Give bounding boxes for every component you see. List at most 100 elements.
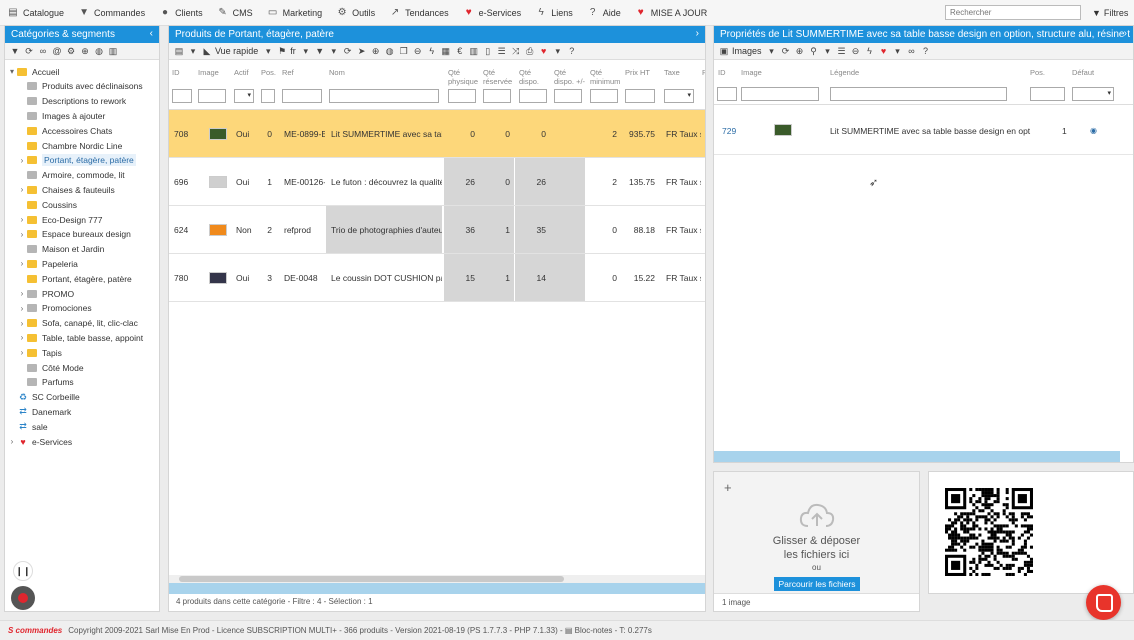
tree-special-item[interactable]: ⇄ sale xyxy=(17,419,47,434)
cell-qphys[interactable]: 36 xyxy=(444,206,479,253)
table-row[interactable]: 780 Oui 3 DE-0048 Le coussin DOT CUSHION par… xyxy=(169,254,705,302)
cell-prix[interactable]: 88.18 xyxy=(621,206,659,253)
link-icon[interactable]: ∞ xyxy=(36,46,50,56)
tree-item[interactable]: › Papeleria xyxy=(17,256,78,271)
tree-item[interactable]: Produits avec déclinaisons xyxy=(17,79,143,94)
chevron-down-icon[interactable]: ▾ xyxy=(327,46,341,57)
tree-item[interactable]: › Chaises & fauteuils xyxy=(17,182,115,197)
product-thumbnail[interactable] xyxy=(195,158,231,205)
menu-clients[interactable]: ● Clients xyxy=(152,0,210,26)
cell-qres[interactable]: 1 xyxy=(479,206,514,253)
chevron-down-icon[interactable]: ▾ xyxy=(186,46,200,57)
trash-icon[interactable]: ▥ xyxy=(106,46,120,57)
tree-item[interactable]: Accessoires Chats xyxy=(17,123,112,138)
column-header[interactable]: Prix HT xyxy=(625,68,650,77)
refresh-icon[interactable]: ⟳ xyxy=(22,46,36,57)
tree-item[interactable]: › Espace bureaux design xyxy=(17,227,131,242)
cell-qty-dispo-adjust[interactable] xyxy=(550,110,585,157)
column-filter-input[interactable] xyxy=(282,89,322,103)
expander-icon[interactable]: › xyxy=(17,333,27,342)
cell-taxe[interactable]: FR Taux st xyxy=(661,158,701,205)
column-header[interactable]: Qté dispo. +/- xyxy=(554,68,585,86)
pause-recording-button[interactable]: ❙❙ xyxy=(13,561,33,581)
chevron-down-icon[interactable]: ▾ xyxy=(551,46,565,57)
chevron-down-icon[interactable]: ▾ xyxy=(299,46,313,57)
tree-item[interactable]: › Promociones xyxy=(17,301,92,316)
filter-pos-input[interactable] xyxy=(1030,87,1065,101)
default-radio[interactable]: ◉ xyxy=(1090,126,1097,135)
expander-icon[interactable]: › xyxy=(17,185,27,194)
expander-icon[interactable]: › xyxy=(17,259,27,268)
expand-right-icon[interactable]: › xyxy=(1124,28,1127,39)
column-filter-input[interactable] xyxy=(483,89,511,103)
column-filter-input[interactable] xyxy=(198,89,226,103)
cell-qdisp[interactable]: 14 xyxy=(515,254,550,301)
product-thumbnail[interactable] xyxy=(195,254,231,301)
chevron-down-icon[interactable]: ▾ xyxy=(821,46,835,57)
chat-button[interactable] xyxy=(1086,585,1121,620)
column-filter-input[interactable] xyxy=(519,89,547,103)
tree-item[interactable]: Coussins xyxy=(17,197,77,212)
column-filter-input[interactable] xyxy=(261,89,275,103)
column-filter-select[interactable]: ▾ xyxy=(664,89,694,103)
menu-outils[interactable]: ⚙ Outils xyxy=(329,0,382,26)
link-icon[interactable]: ∞ xyxy=(905,46,919,56)
chevron-down-icon[interactable]: ▾ xyxy=(261,46,275,57)
tree-special-item[interactable]: ♻ SC Corbeille xyxy=(17,390,80,405)
euro-icon[interactable]: € xyxy=(453,46,467,56)
menu-tendances[interactable]: ↗ Tendances xyxy=(382,0,456,26)
cell-qphys[interactable]: 15 xyxy=(444,254,479,301)
heart-icon[interactable]: ♥ xyxy=(537,46,551,56)
cell-ref[interactable]: ME-00126-E xyxy=(279,158,325,205)
cell-nom[interactable]: Trio de photographies d'auteurs xyxy=(326,206,442,253)
cell-qres[interactable]: 1 xyxy=(479,254,514,301)
menu-liens[interactable]: ϟ Liens xyxy=(528,0,580,26)
expander-icon[interactable]: ▾ xyxy=(7,67,17,76)
column-header[interactable]: Ref xyxy=(282,68,294,77)
cell-qty-dispo-adjust[interactable] xyxy=(550,254,585,301)
column-header[interactable]: Nom xyxy=(329,68,345,77)
product-thumbnail[interactable] xyxy=(195,206,231,253)
tree-item[interactable]: Parfums xyxy=(17,375,74,390)
lightning-icon[interactable]: ϟ xyxy=(863,46,877,56)
cursor-icon[interactable]: ➤ xyxy=(355,46,369,57)
heart-icon[interactable]: ♥ xyxy=(877,46,891,56)
barcode-icon[interactable]: ▥ xyxy=(467,46,481,57)
filter-icon[interactable]: ▼ xyxy=(313,46,327,56)
refresh-icon[interactable]: ⟳ xyxy=(341,46,355,57)
cell-qdisp[interactable]: 0 xyxy=(515,110,550,157)
cell-nom[interactable]: Le futon : découvrez la qualité de xyxy=(326,158,442,205)
add-icon[interactable]: ⊕ xyxy=(369,46,383,57)
cell-qphys[interactable]: 26 xyxy=(444,158,479,205)
column-filter-input[interactable] xyxy=(329,89,439,103)
column-header[interactable]: Qté minimum xyxy=(590,68,620,86)
cell-pos[interactable]: 3 xyxy=(258,254,276,301)
menu-cms[interactable]: ✎ CMS xyxy=(210,0,260,26)
tree-item[interactable]: Images à ajouter xyxy=(17,108,105,123)
cell-qmin[interactable]: 0 xyxy=(586,206,621,253)
tree-item[interactable]: › PROMO xyxy=(17,286,74,301)
cell-id[interactable]: 780 xyxy=(169,254,195,301)
cell-qres[interactable]: 0 xyxy=(479,158,514,205)
search-icon[interactable]: ⚲ xyxy=(807,46,821,57)
list-icon[interactable]: ☰ xyxy=(835,46,849,57)
menu-mise-a-jour[interactable]: ♥ MISE A JOUR xyxy=(628,0,715,26)
document-icon[interactable]: ▯ xyxy=(481,46,495,57)
cell-id[interactable]: 624 xyxy=(169,206,195,253)
help-icon[interactable]: ? xyxy=(919,46,933,56)
stock-icon[interactable]: ▦ xyxy=(439,46,453,57)
column-header[interactable]: Actif xyxy=(234,68,249,77)
column-header[interactable]: Image xyxy=(198,68,219,77)
gear-icon[interactable]: ⚙ xyxy=(64,46,78,57)
filter-id-input[interactable] xyxy=(717,87,737,101)
table-row[interactable]: 708Oui0ME-0899-EXLit SUMMERTIME avec sa … xyxy=(169,110,705,158)
tree-item[interactable]: Descriptions to rework xyxy=(17,94,126,109)
record-button[interactable] xyxy=(11,586,35,610)
filter-icon[interactable]: ▼ xyxy=(8,46,22,56)
lightning-icon[interactable]: ϟ xyxy=(425,46,439,56)
shuffle-icon[interactable]: ⤨ xyxy=(509,46,523,57)
column-filter-input[interactable] xyxy=(625,89,655,103)
cell-nom[interactable]: Le coussin DOT CUSHION par xyxy=(326,254,442,301)
cell-qmin[interactable]: 2 xyxy=(586,158,621,205)
column-filter-input[interactable] xyxy=(172,89,192,103)
